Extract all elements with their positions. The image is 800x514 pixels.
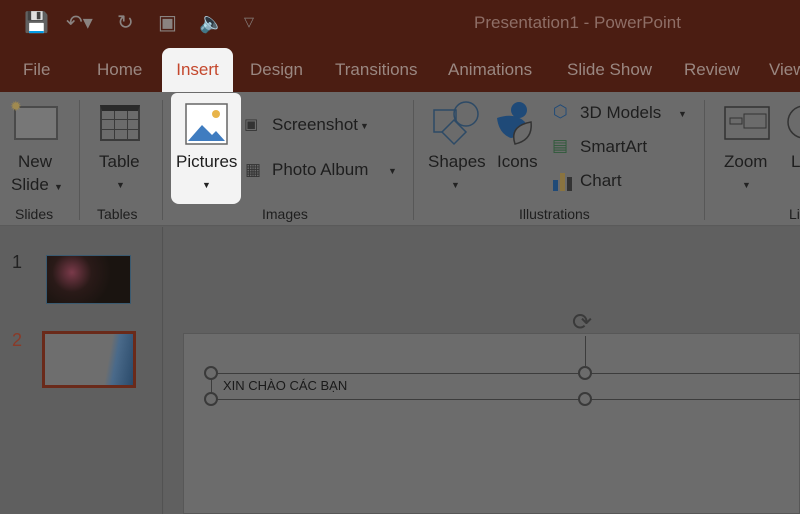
chevron-down-icon: ▼ [202,180,211,190]
group-illustrations: Illustrations [519,206,590,222]
photo-album-icon: ▦ [245,160,262,179]
slide-thumbnail-1[interactable] [46,255,131,304]
pictures-label: Pictures [176,152,238,171]
chart-icon [553,173,572,191]
tab-animations[interactable]: Animations [448,60,532,80]
window-title: Presentation1 - PowerPoint [474,13,681,32]
save-icon[interactable]: 💾 [24,10,49,35]
picture-icon [185,103,228,145]
customize-icon[interactable]: ▽ [244,14,254,30]
slide-number: 1 [12,252,23,272]
slide[interactable] [183,333,800,514]
smartart-icon: ▤ [552,136,569,155]
link-button[interactable]: L [791,152,800,172]
sparkle-icon: ✹ [10,98,22,114]
resize-handle[interactable] [578,366,592,380]
group-images: Images [262,206,308,222]
3d-models-button[interactable]: 3D Models [580,103,661,123]
chevron-down-icon[interactable]: ▼ [742,180,751,190]
divider [162,100,163,220]
tab-slide-show[interactable]: Slide Show [567,60,652,80]
group-slides: Slides [15,206,54,222]
group-links: Li [789,206,800,222]
icons-icon [497,102,532,145]
slide-title-text[interactable]: XIN CHÀO CÁC BẠN [223,378,347,393]
shapes-button[interactable]: Shapes [428,152,486,172]
chevron-down-icon[interactable]: ▼ [54,182,63,192]
table-icon [100,105,140,141]
table-button[interactable]: Table [99,152,140,172]
tab-home[interactable]: Home [97,60,142,80]
chevron-down-icon[interactable]: ▼ [388,166,397,176]
divider [704,100,705,220]
rotate-stem [585,336,586,366]
slide-thumbnail-2[interactable] [42,331,136,388]
tab-view[interactable]: View [769,60,800,80]
tab-transitions[interactable]: Transitions [335,60,418,80]
smartart-button[interactable]: SmartArt [580,137,647,157]
chevron-down-icon[interactable]: ▼ [116,180,125,190]
tab-file[interactable]: File [23,60,50,80]
undo-icon[interactable]: ↶▾ [66,10,93,35]
new-slide-label[interactable]: Slide [11,175,49,195]
shapes-icon [433,101,479,146]
icons-button[interactable]: Icons [497,152,538,172]
present-icon[interactable]: ▣ [158,10,177,35]
resize-handle[interactable] [578,392,592,406]
tab-design[interactable]: Design [250,60,303,80]
chevron-down-icon[interactable]: ▼ [451,180,460,190]
tab-review[interactable]: Review [684,60,740,80]
resize-handle[interactable] [204,392,218,406]
zoom-button[interactable]: Zoom [724,152,767,172]
slide-number: 2 [12,330,23,350]
zoom-icon [724,106,770,140]
tab-insert[interactable]: Insert [162,48,233,92]
chevron-down-icon[interactable]: ▼ [678,109,687,119]
audio-icon[interactable]: 🔈 [199,10,224,35]
group-tables: Tables [97,206,138,222]
3d-models-icon: ⬡ [553,102,568,121]
new-slide-button[interactable]: New [18,152,52,172]
screenshot-icon: ▣ [244,116,259,133]
chart-button[interactable]: Chart [580,171,622,191]
divider [413,100,414,220]
pictures-button[interactable]: Pictures ▼ [171,93,241,204]
rotate-handle-icon[interactable]: ⟳ [572,308,592,337]
chevron-down-icon[interactable]: ▼ [360,121,369,131]
screenshot-button[interactable]: Screenshot [272,115,358,135]
redo-icon[interactable]: ↻ [117,10,134,35]
photo-album-button[interactable]: Photo Album [272,160,368,180]
divider [79,100,80,220]
link-icon [787,105,800,139]
resize-handle[interactable] [204,366,218,380]
